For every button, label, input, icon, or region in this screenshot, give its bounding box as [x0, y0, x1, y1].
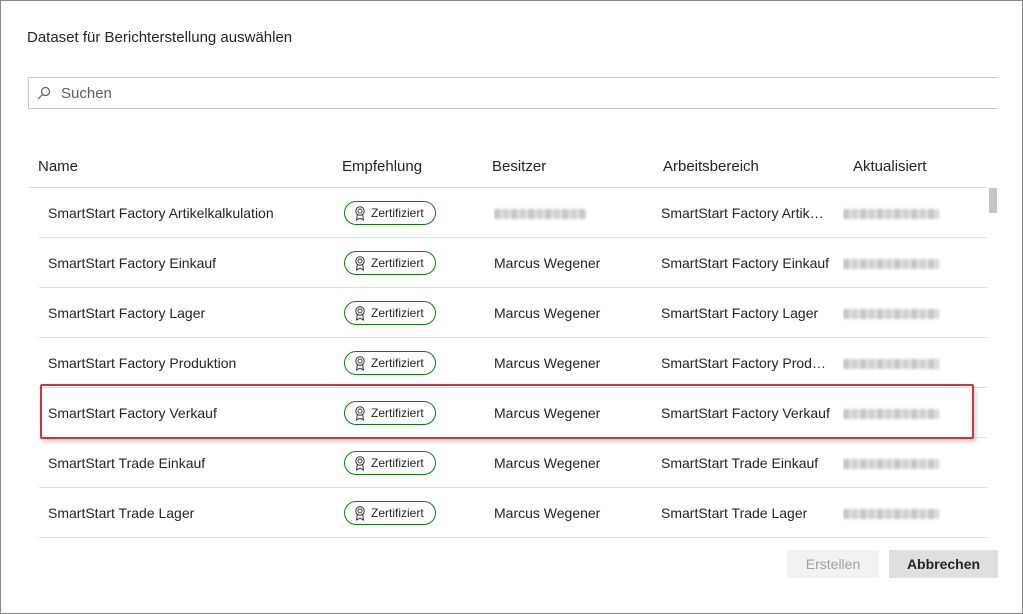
certified-ribbon-icon: [355, 356, 365, 371]
search-input[interactable]: [61, 78, 961, 108]
owner-text: Marcus Wegener: [494, 455, 601, 471]
dataset-picker-dialog: Dataset für Berichterstellung auswählen …: [0, 0, 1023, 614]
row-divider: [39, 537, 987, 538]
workspace-name: SmartStart Factory Artikel...: [661, 205, 831, 221]
search-icon: [37, 86, 51, 100]
updated-date: [843, 288, 943, 338]
table-row[interactable]: SmartStart Factory Einkauf Zertifiziert Ma…: [39, 238, 987, 288]
dialog-title: Dataset für Berichterstellung auswählen: [27, 29, 293, 46]
owner-text: Marcus Wegener: [494, 255, 601, 271]
updated-date: [843, 438, 943, 488]
redacted-date: [843, 259, 939, 270]
redacted-owner: [494, 209, 586, 220]
column-header-updated[interactable]: Aktualisiert: [853, 158, 926, 175]
column-header-workspace[interactable]: Arbeitsbereich: [663, 158, 759, 175]
workspace-name: SmartStart Trade Lager: [661, 505, 808, 521]
certified-ribbon-icon: [355, 306, 365, 321]
table-row[interactable]: SmartStart Factory Produktion Zertifizier…: [39, 338, 987, 388]
table-row[interactable]: SmartStart Trade Einkauf Zertifiziert Marc…: [39, 438, 987, 488]
workspace-name: SmartStart Factory Einkauf: [661, 255, 830, 271]
redacted-date: [843, 509, 939, 520]
updated-date: [843, 338, 943, 388]
certified-badge: Zertifiziert: [344, 201, 436, 225]
dataset-name: SmartStart Factory Produktion: [48, 355, 237, 371]
certified-ribbon-icon: [355, 506, 365, 521]
dataset-name: SmartStart Trade Lager: [48, 505, 195, 521]
workspace-name: SmartStart Trade Einkauf: [661, 455, 819, 471]
redacted-date: [843, 359, 939, 370]
create-button[interactable]: Erstellen: [787, 550, 879, 578]
certified-ribbon-icon: [355, 256, 365, 271]
redacted-date: [843, 209, 939, 220]
certified-label: Zertifiziert: [371, 306, 424, 320]
redacted-date: [843, 309, 939, 320]
certified-badge: Zertifiziert: [344, 501, 436, 525]
certified-label: Zertifiziert: [371, 456, 424, 470]
workspace-name: SmartStart Factory Lager: [661, 305, 819, 321]
certified-ribbon-icon: [355, 456, 365, 471]
dataset-name: SmartStart Trade Einkauf: [48, 455, 206, 471]
certified-label: Zertifiziert: [371, 206, 424, 220]
certified-ribbon-icon: [355, 206, 365, 221]
updated-date: [843, 188, 943, 238]
updated-date: [843, 238, 943, 288]
certified-badge: Zertifiziert: [344, 301, 436, 325]
owner-name: [494, 188, 644, 238]
certified-label: Zertifiziert: [371, 506, 424, 520]
updated-date: [843, 488, 943, 538]
certified-label: Zertifiziert: [371, 256, 424, 270]
table-row[interactable]: SmartStart Trade Lager Zertifiziert Marcus…: [39, 488, 987, 538]
dataset-name: SmartStart Factory Artikelkalkulation: [48, 205, 274, 221]
table-row[interactable]: SmartStart Factory Lager Zertifiziert Marc…: [39, 288, 987, 338]
column-header-owner[interactable]: Besitzer: [492, 158, 546, 175]
dataset-name: SmartStart Factory Einkauf: [48, 255, 217, 271]
dataset-name: SmartStart Factory Lager: [48, 305, 206, 321]
certified-badge: Zertifiziert: [344, 351, 436, 375]
workspace-name: SmartStart Factory Produ...: [661, 355, 831, 371]
redacted-date: [843, 459, 939, 470]
owner-text: Marcus Wegener: [494, 305, 601, 321]
owner-name: Marcus Wegener: [494, 438, 644, 488]
table-row[interactable]: SmartStart Factory Artikelkalkulation Zer…: [39, 188, 987, 238]
certified-badge: Zertifiziert: [344, 251, 436, 275]
certified-label: Zertifiziert: [371, 356, 424, 370]
column-header-recommendation[interactable]: Empfehlung: [342, 158, 422, 175]
owner-name: Marcus Wegener: [494, 288, 644, 338]
cancel-button[interactable]: Abbrechen: [889, 550, 998, 578]
vertical-scrollbar[interactable]: [989, 188, 997, 213]
owner-text: Marcus Wegener: [494, 505, 601, 521]
owner-text: Marcus Wegener: [494, 355, 601, 371]
selection-highlight-box: [40, 384, 974, 439]
search-box[interactable]: [28, 77, 998, 109]
certified-badge: Zertifiziert: [344, 451, 436, 475]
owner-name: Marcus Wegener: [494, 238, 644, 288]
owner-name: Marcus Wegener: [494, 488, 644, 538]
owner-name: Marcus Wegener: [494, 338, 644, 388]
column-header-name[interactable]: Name: [38, 158, 78, 175]
